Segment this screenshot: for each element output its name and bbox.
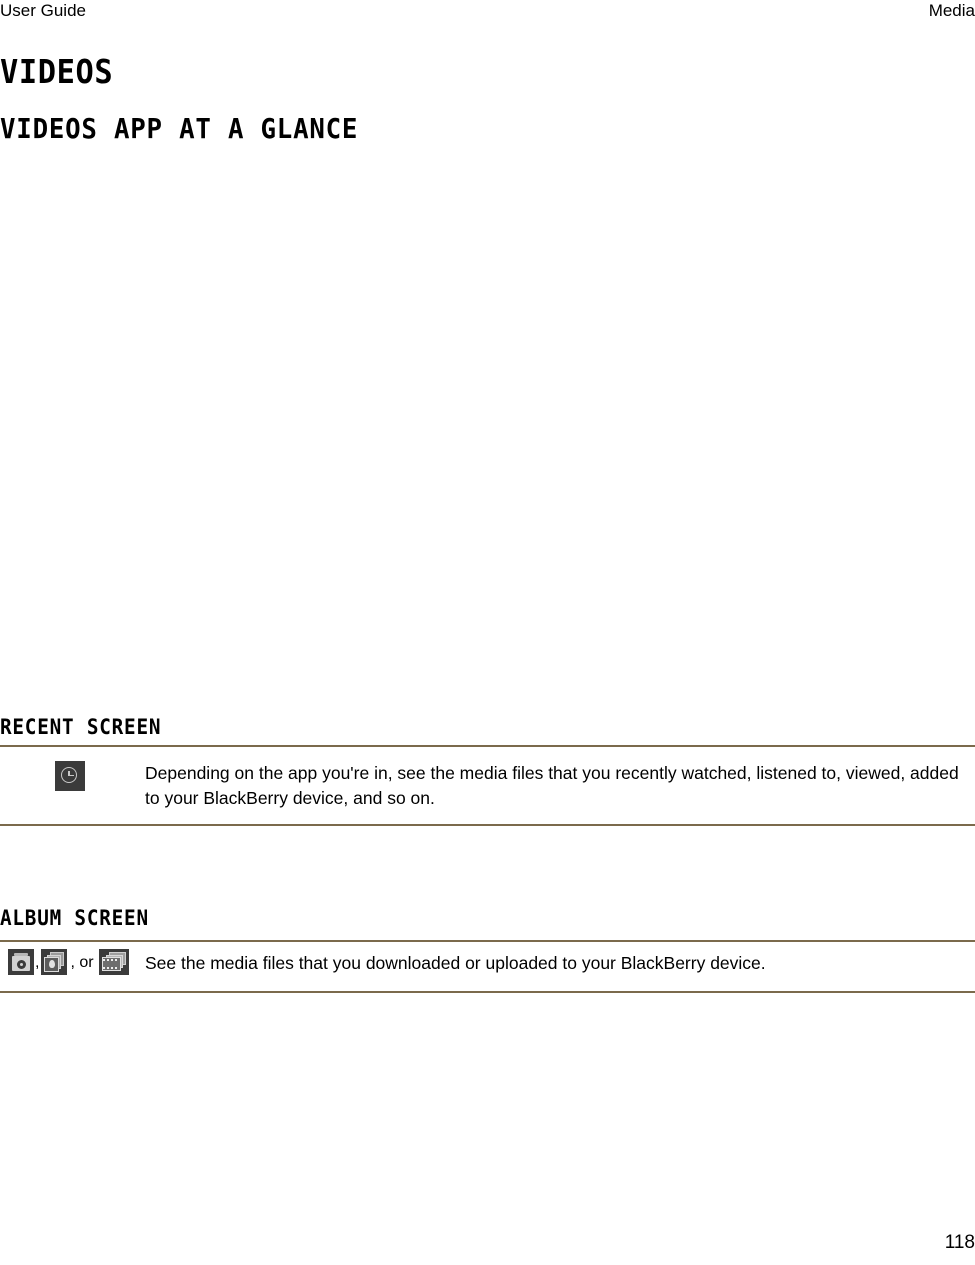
subsection-heading-album-screen: Album screen <box>0 906 149 930</box>
page-title: Videos <box>0 52 114 91</box>
subsection-heading-recent-screen: Recent screen <box>0 715 162 739</box>
table-rule-bottom <box>0 991 975 993</box>
clock-icon <box>55 761 85 791</box>
album-screen-table: , , or See the media files that you down… <box>0 940 975 993</box>
header-left-label: User Guide <box>0 1 86 20</box>
icon-separator-comma: , <box>35 954 40 971</box>
videos-film-icon <box>98 949 129 975</box>
page-number: 118 <box>944 1232 975 1253</box>
recent-screen-table: Depending on the app you're in, see the … <box>0 745 975 829</box>
section-title: Videos app at a glance <box>0 112 359 145</box>
row-icon-cell <box>0 761 145 791</box>
row-icon-cell: , , or <box>0 949 145 975</box>
row-description: See the media files that you downloaded … <box>145 953 766 973</box>
header-right-label: Media <box>928 1 975 20</box>
pictures-icon <box>41 949 68 975</box>
table-rule-bottom <box>0 824 975 826</box>
page-running-header: User Guide Media <box>0 0 975 30</box>
row-description: Depending on the app you're in, see the … <box>145 763 959 808</box>
table-row: , , or See the media files that you down… <box>0 940 975 987</box>
music-album-icon <box>8 949 34 975</box>
table-row: Depending on the app you're in, see the … <box>0 745 975 829</box>
icon-separator-or: , or <box>70 954 94 971</box>
